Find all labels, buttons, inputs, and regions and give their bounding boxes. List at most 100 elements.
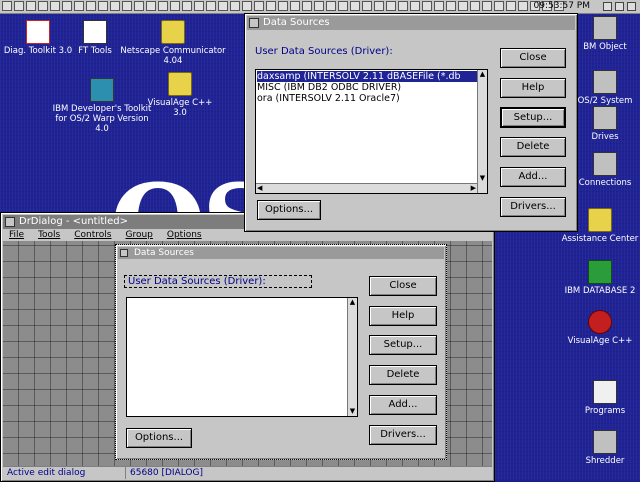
- chart-icon[interactable]: [206, 1, 216, 11]
- printer-icon[interactable]: [38, 1, 48, 11]
- lock-icon[interactable]: [50, 1, 60, 11]
- data-sources-listbox[interactable]: daxsamp (INTERSOLV 2.11 dBASEFile (*.db …: [255, 69, 488, 194]
- design-dialog[interactable]: Data Sources User Data Sources (Driver):…: [115, 244, 447, 460]
- tools-icon[interactable]: [410, 1, 420, 11]
- desktop-icon-visualage-folder[interactable]: VisualAge C++ 3.0: [145, 72, 215, 118]
- arrow-icon[interactable]: [482, 1, 492, 11]
- tool-icon[interactable]: [170, 1, 180, 11]
- design-setup-button[interactable]: Setup...: [369, 335, 437, 355]
- design-options-button[interactable]: Options...: [126, 428, 192, 448]
- globe-icon[interactable]: [338, 1, 348, 11]
- db-icon[interactable]: [194, 1, 204, 11]
- sheet-icon[interactable]: [494, 1, 504, 11]
- close-button[interactable]: Close: [500, 48, 566, 68]
- editor-icon[interactable]: [98, 1, 108, 11]
- desktop-icon-connections[interactable]: Connections: [570, 152, 640, 188]
- launchpad-bar: 09:53:57 PM: [0, 0, 640, 14]
- scroll-up-icon[interactable]: ▲: [478, 70, 487, 79]
- data-sources-titlebar[interactable]: Data Sources: [247, 16, 575, 30]
- delete-button[interactable]: Delete: [500, 137, 566, 157]
- menu-options[interactable]: Options: [167, 229, 202, 241]
- doc3-icon[interactable]: [302, 1, 312, 11]
- gear-icon[interactable]: [350, 1, 360, 11]
- scroll-down-icon[interactable]: ▼: [348, 407, 357, 416]
- image-icon[interactable]: [314, 1, 324, 11]
- list-item[interactable]: ora (INTERSOLV 2.11 Oracle7): [257, 93, 400, 104]
- menu-controls[interactable]: Controls: [74, 229, 111, 241]
- system-menu-icon[interactable]: [249, 18, 259, 28]
- cd-icon[interactable]: [242, 1, 252, 11]
- minimize-bar-icon[interactable]: [603, 2, 612, 11]
- app-icon[interactable]: [398, 1, 408, 11]
- options-button[interactable]: Options...: [257, 200, 321, 220]
- window-list-icon[interactable]: [2, 1, 12, 11]
- menu-file[interactable]: File: [9, 229, 24, 241]
- scroll-left-icon[interactable]: ◀: [257, 184, 262, 193]
- clock-icon[interactable]: [146, 1, 156, 11]
- menu-group[interactable]: Group: [125, 229, 152, 241]
- desktop-icon-os2-system[interactable]: OS/2 System: [570, 70, 640, 106]
- add-button[interactable]: Add...: [500, 167, 566, 187]
- settings-icon[interactable]: [182, 1, 192, 11]
- bar-icon[interactable]: [458, 1, 468, 11]
- box-icon[interactable]: [434, 1, 444, 11]
- design-drivers-button[interactable]: Drivers...: [369, 425, 437, 445]
- menu-tools[interactable]: Tools: [38, 229, 60, 241]
- design-vertical-scrollbar[interactable]: ▲ ▼: [347, 298, 357, 416]
- design-dialog-titlebar[interactable]: Data Sources: [118, 247, 444, 259]
- scroll-up-icon[interactable]: ▲: [348, 298, 357, 307]
- scroll-down-icon[interactable]: ▼: [478, 174, 487, 183]
- horizontal-scrollbar[interactable]: ◀ ▶: [256, 183, 477, 193]
- graph-icon[interactable]: [446, 1, 456, 11]
- design-close-button[interactable]: Close: [369, 276, 437, 296]
- folder2-icon[interactable]: [254, 1, 264, 11]
- doc-icon[interactable]: [278, 1, 288, 11]
- desktop-icon-visualage[interactable]: VisualAge C++: [565, 310, 635, 346]
- design-listbox[interactable]: ▲ ▼: [126, 297, 358, 417]
- folder3-icon[interactable]: [266, 1, 276, 11]
- network-icon[interactable]: [110, 1, 120, 11]
- design-list-label[interactable]: User Data Sources (Driver):: [124, 275, 312, 288]
- drive-icon[interactable]: [230, 1, 240, 11]
- list-item[interactable]: daxsamp (INTERSOLV 2.11 dBASEFile (*.db: [257, 71, 479, 82]
- desktop-icon-ibm-toolkit[interactable]: IBM Developer's Toolkit for OS/2 Warp Ve…: [52, 78, 152, 134]
- tile-icon[interactable]: [615, 2, 624, 11]
- pen-icon[interactable]: [506, 1, 516, 11]
- close-bar-icon[interactable]: [627, 2, 636, 11]
- system-menu-icon[interactable]: [120, 249, 128, 257]
- modem-icon[interactable]: [374, 1, 384, 11]
- design-delete-button[interactable]: Delete: [369, 365, 437, 385]
- browser-icon[interactable]: [134, 1, 144, 11]
- design-help-button[interactable]: Help: [369, 306, 437, 326]
- shell-icon[interactable]: [14, 1, 24, 11]
- wrench-icon[interactable]: [422, 1, 432, 11]
- design-add-button[interactable]: Add...: [369, 395, 437, 415]
- desktop-icon-db2[interactable]: IBM DATABASE 2: [560, 260, 640, 296]
- monitor-icon[interactable]: [326, 1, 336, 11]
- help-button[interactable]: Help: [500, 78, 566, 98]
- folder4-icon[interactable]: [470, 1, 480, 11]
- star-icon[interactable]: [518, 1, 528, 11]
- scroll-right-icon[interactable]: ▶: [471, 184, 476, 193]
- find-icon[interactable]: [62, 1, 72, 11]
- terminal-icon[interactable]: [86, 1, 96, 11]
- folder-icon[interactable]: [26, 1, 36, 11]
- help-icon[interactable]: [74, 1, 84, 11]
- system-menu-icon[interactable]: [5, 217, 15, 227]
- mail-icon[interactable]: [158, 1, 168, 11]
- printer2-icon[interactable]: [218, 1, 228, 11]
- drivers-button[interactable]: Drivers...: [500, 197, 566, 217]
- desktop-icon-bm-object[interactable]: BM Object: [570, 16, 640, 52]
- sound-icon[interactable]: [362, 1, 372, 11]
- doc2-icon[interactable]: [290, 1, 300, 11]
- desktop-icon-netscape[interactable]: Netscape Communicator 4.04: [118, 20, 228, 66]
- desktop-icon-drives[interactable]: Drives: [570, 106, 640, 142]
- desktop-icon-programs[interactable]: Programs: [570, 380, 640, 416]
- web-icon[interactable]: [386, 1, 396, 11]
- desktop-icon-shredder[interactable]: Shredder: [570, 430, 640, 466]
- calc-icon[interactable]: [122, 1, 132, 11]
- vertical-scrollbar[interactable]: ▲ ▼: [477, 70, 487, 193]
- visualage-icon: [588, 310, 612, 334]
- setup-button[interactable]: Setup...: [500, 107, 566, 128]
- list-item[interactable]: MISC (IBM DB2 ODBC DRIVER): [257, 82, 401, 93]
